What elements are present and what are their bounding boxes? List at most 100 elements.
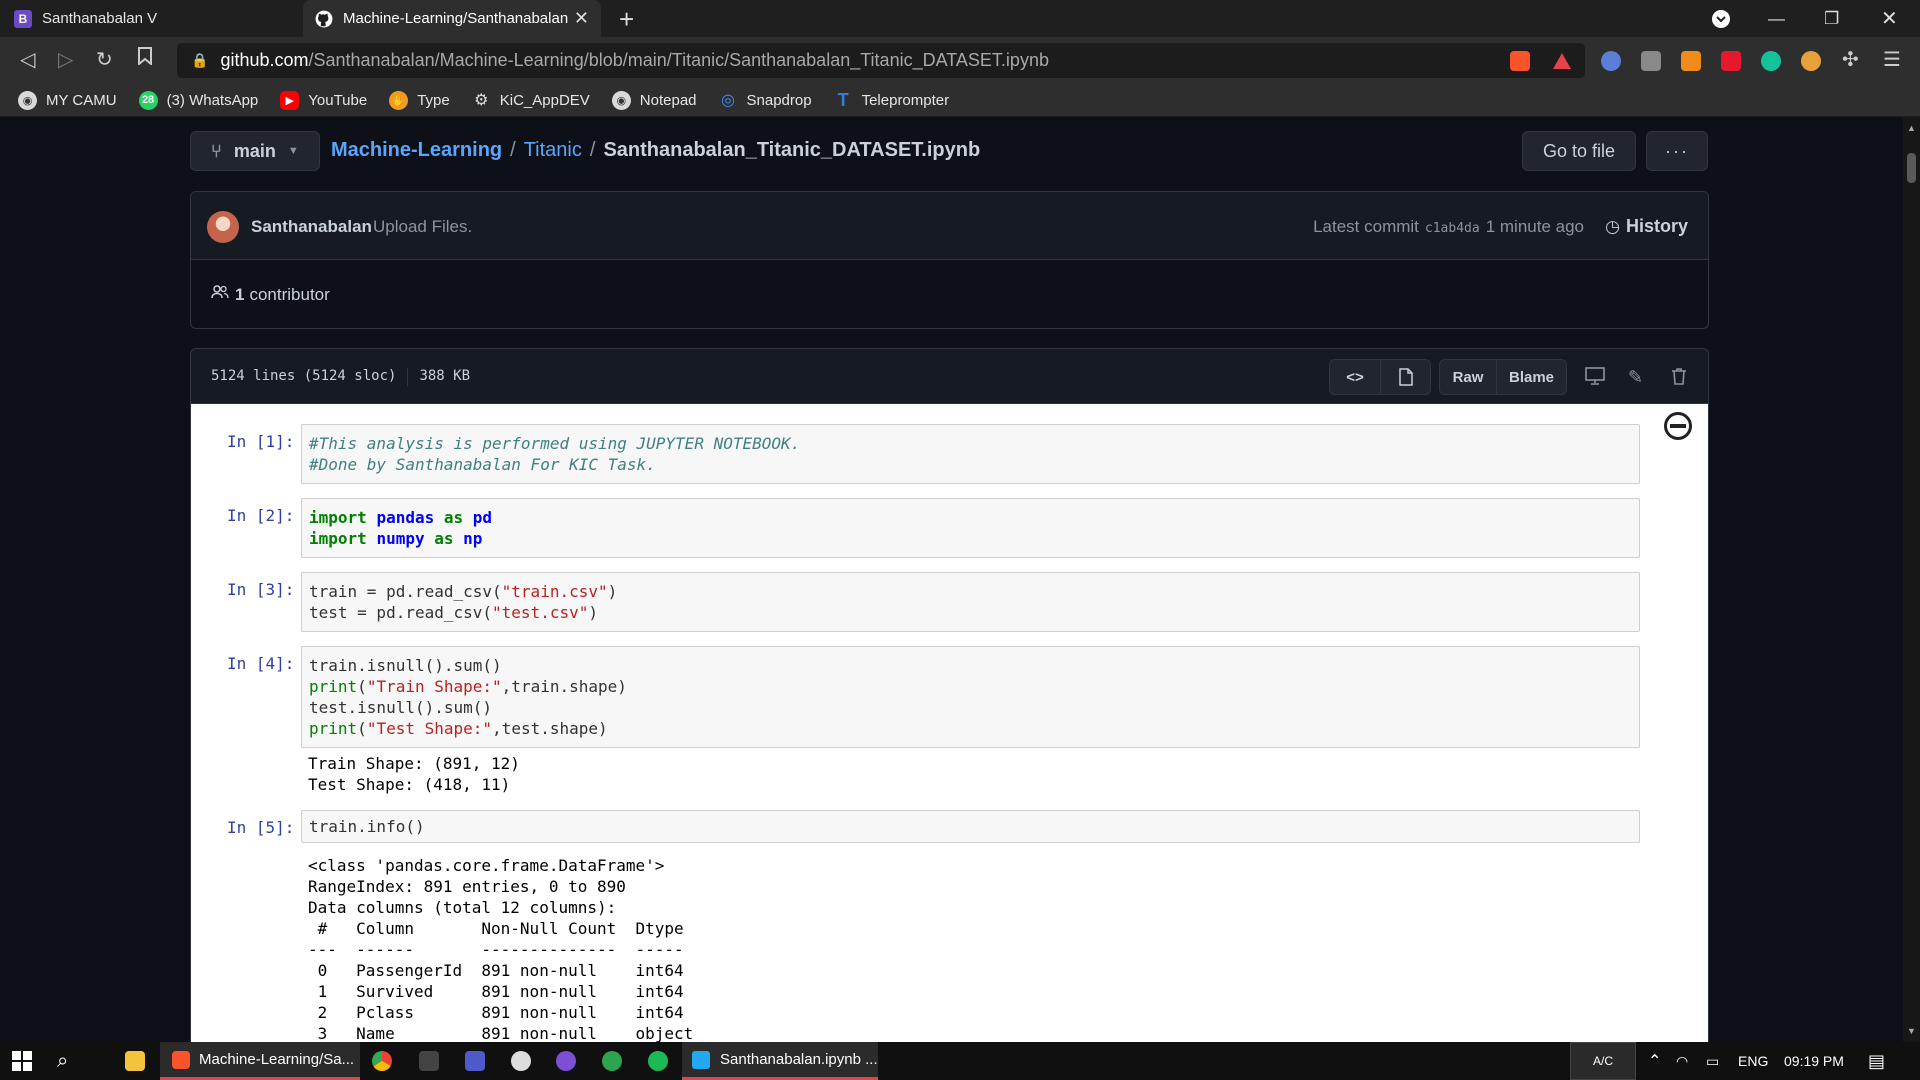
bookmark-type[interactable]: ✋ Type: [389, 90, 450, 110]
hand-icon: ✋: [389, 90, 409, 110]
obs-icon[interactable]: [511, 1051, 531, 1071]
git-branch-icon: ⑂: [211, 140, 222, 161]
commit-time: 1 minute ago: [1485, 217, 1584, 236]
extension-icon[interactable]: [1721, 51, 1741, 71]
extension-icon[interactable]: [1801, 51, 1821, 71]
branch-selector-button[interactable]: ⑂ main ▼: [190, 131, 320, 171]
trash-icon[interactable]: [1671, 367, 1687, 390]
bookmark-youtube[interactable]: ▶ YouTube: [280, 90, 367, 110]
toggle-view-icon[interactable]: [1664, 412, 1692, 440]
vscode-icon: [692, 1050, 710, 1069]
language-indicator[interactable]: ENG: [1738, 1042, 1768, 1080]
close-window-icon[interactable]: ✕: [1881, 0, 1898, 37]
globe-icon: ◉: [18, 90, 37, 110]
code-view-icon[interactable]: <>: [1330, 360, 1380, 394]
taskbar-vscode-window[interactable]: Santhanabalan.ipynb ...: [682, 1042, 878, 1080]
history-link[interactable]: ◷ History: [1605, 216, 1688, 237]
tab-search-icon[interactable]: [1711, 0, 1731, 37]
bookmark-snapdrop[interactable]: ◎ Snapdrop: [719, 91, 812, 110]
tab-santhanabalan-v[interactable]: B Santhanabalan V: [14, 0, 294, 37]
cell-prompt: In [2]:: [227, 506, 295, 525]
browser-tab-strip: B Santhanabalan V Machine-Learning/Santh…: [0, 0, 1920, 37]
cell-input: train = pd.read_csv("train.csv") test = …: [301, 572, 1640, 632]
address-bar[interactable]: 🔒 github.com/Santhanabalan/Machine-Learn…: [177, 43, 1585, 78]
menu-icon[interactable]: ☰: [1883, 47, 1901, 72]
snapdrop-icon: ◎: [721, 92, 735, 109]
url-path: /Santhanabalan/Machine-Learning/blob/mai…: [308, 50, 1049, 70]
cell-input: import pandas as pd import numpy as np: [301, 498, 1640, 558]
restore-icon[interactable]: ❐: [1824, 0, 1839, 37]
branch-name: main: [233, 140, 276, 161]
extensions-puzzle-icon[interactable]: ✣: [1842, 47, 1859, 72]
url-host: github.com: [220, 50, 309, 70]
contributors-link[interactable]: 1 contributor: [211, 284, 330, 305]
windows-taskbar: ⌕ Machine-Learning/Sa... Santhanabalan.i…: [0, 1042, 1920, 1080]
extension-icon[interactable]: [1641, 51, 1661, 71]
clock[interactable]: 09:19 PM: [1784, 1042, 1844, 1080]
file-size: 388 KB: [419, 368, 471, 384]
whatsapp-icon: 28: [138, 90, 158, 110]
edit-pencil-icon[interactable]: ✎: [1628, 367, 1643, 388]
history-clock-icon: ◷: [1605, 216, 1620, 236]
search-icon[interactable]: ⌕: [57, 1042, 68, 1080]
bookmark-whatsapp[interactable]: 28 (3) WhatsApp: [138, 90, 258, 110]
ac-widget[interactable]: A/C: [1570, 1042, 1636, 1080]
taskbar-brave-window[interactable]: Machine-Learning/Sa...: [160, 1042, 360, 1080]
windows-start-icon[interactable]: [12, 1042, 32, 1080]
avatar[interactable]: [207, 211, 239, 243]
lock-icon: 🔒: [191, 52, 209, 68]
breadcrumb-repo-link[interactable]: Machine-Learning: [331, 139, 502, 162]
close-tab-icon[interactable]: ✕: [574, 8, 589, 29]
scroll-up-icon[interactable]: ▲: [1907, 123, 1916, 133]
minimize-icon[interactable]: —: [1768, 0, 1785, 37]
app-icon[interactable]: [419, 1051, 439, 1071]
grammarly-icon[interactable]: [1761, 51, 1781, 71]
desktop-icon[interactable]: [1585, 367, 1605, 390]
new-tab-icon[interactable]: +: [619, 4, 634, 35]
teams-icon[interactable]: [465, 1051, 485, 1071]
bookmark-my-camu[interactable]: ◉ MY CAMU: [18, 90, 117, 110]
bookmark-icon[interactable]: [138, 47, 152, 71]
bookmark-kic-appdev[interactable]: ⚙ KiC_AppDEV: [472, 91, 590, 110]
chevron-up-icon[interactable]: ⌃: [1648, 1042, 1661, 1080]
breadcrumb: Machine-Learning / Titanic / Santhanabal…: [331, 139, 981, 162]
tab-machine-learning[interactable]: Machine-Learning/Santhanabalan ✕: [303, 0, 601, 37]
brave-shields-icon[interactable]: [1510, 51, 1530, 71]
commit-box: Santhanabalan Upload Files. Latest commi…: [190, 191, 1709, 329]
file-explorer-icon[interactable]: [125, 1051, 145, 1071]
file-view-icon[interactable]: [1380, 360, 1430, 394]
scrollbar-thumb[interactable]: [1907, 153, 1916, 183]
back-icon[interactable]: ◁: [20, 47, 35, 72]
spotify-icon[interactable]: [648, 1051, 668, 1071]
battery-icon[interactable]: ▭: [1706, 1042, 1719, 1080]
scroll-down-icon[interactable]: ▼: [1907, 1026, 1916, 1036]
extension-icon[interactable]: [1601, 51, 1621, 71]
forward-icon[interactable]: ▷: [58, 47, 73, 72]
page-scrollbar[interactable]: ▲ ▼: [1903, 117, 1920, 1042]
caret-down-icon: ▼: [287, 145, 299, 157]
commit-author-link[interactable]: Santhanabalan: [251, 217, 372, 237]
cell-output: <class 'pandas.core.frame.DataFrame'> Ra…: [308, 856, 694, 1042]
bookmark-teleprompter[interactable]: T Teleprompter: [834, 90, 950, 110]
github-desktop-icon[interactable]: [556, 1051, 576, 1071]
brave-rewards-icon[interactable]: [1552, 51, 1572, 71]
chrome-icon[interactable]: [372, 1051, 392, 1071]
view-toggle-group: <>: [1329, 359, 1431, 395]
people-icon: [211, 284, 229, 305]
notifications-icon[interactable]: ▤: [1868, 1042, 1885, 1080]
commit-message[interactable]: Upload Files.: [373, 217, 472, 237]
bookmark-notepad[interactable]: ◉ Notepad: [611, 90, 697, 110]
commit-sha-link[interactable]: c1ab4da: [1425, 221, 1480, 236]
raw-button[interactable]: Raw: [1440, 360, 1496, 394]
screen: B Santhanabalan V Machine-Learning/Santh…: [0, 0, 1920, 1080]
extension-icon[interactable]: [1681, 51, 1701, 71]
raw-blame-group: Raw Blame: [1439, 359, 1567, 395]
edge-icon[interactable]: [602, 1051, 622, 1071]
breadcrumb-folder-link[interactable]: Titanic: [524, 139, 582, 162]
more-options-button[interactable]: ···: [1646, 131, 1708, 171]
cell-input: train.isnull().sum() print("Train Shape:…: [301, 646, 1640, 748]
blame-button[interactable]: Blame: [1496, 360, 1566, 394]
wifi-icon[interactable]: ◠: [1676, 1042, 1688, 1080]
reload-icon[interactable]: ↻: [96, 47, 113, 72]
go-to-file-button[interactable]: Go to file: [1522, 131, 1636, 171]
